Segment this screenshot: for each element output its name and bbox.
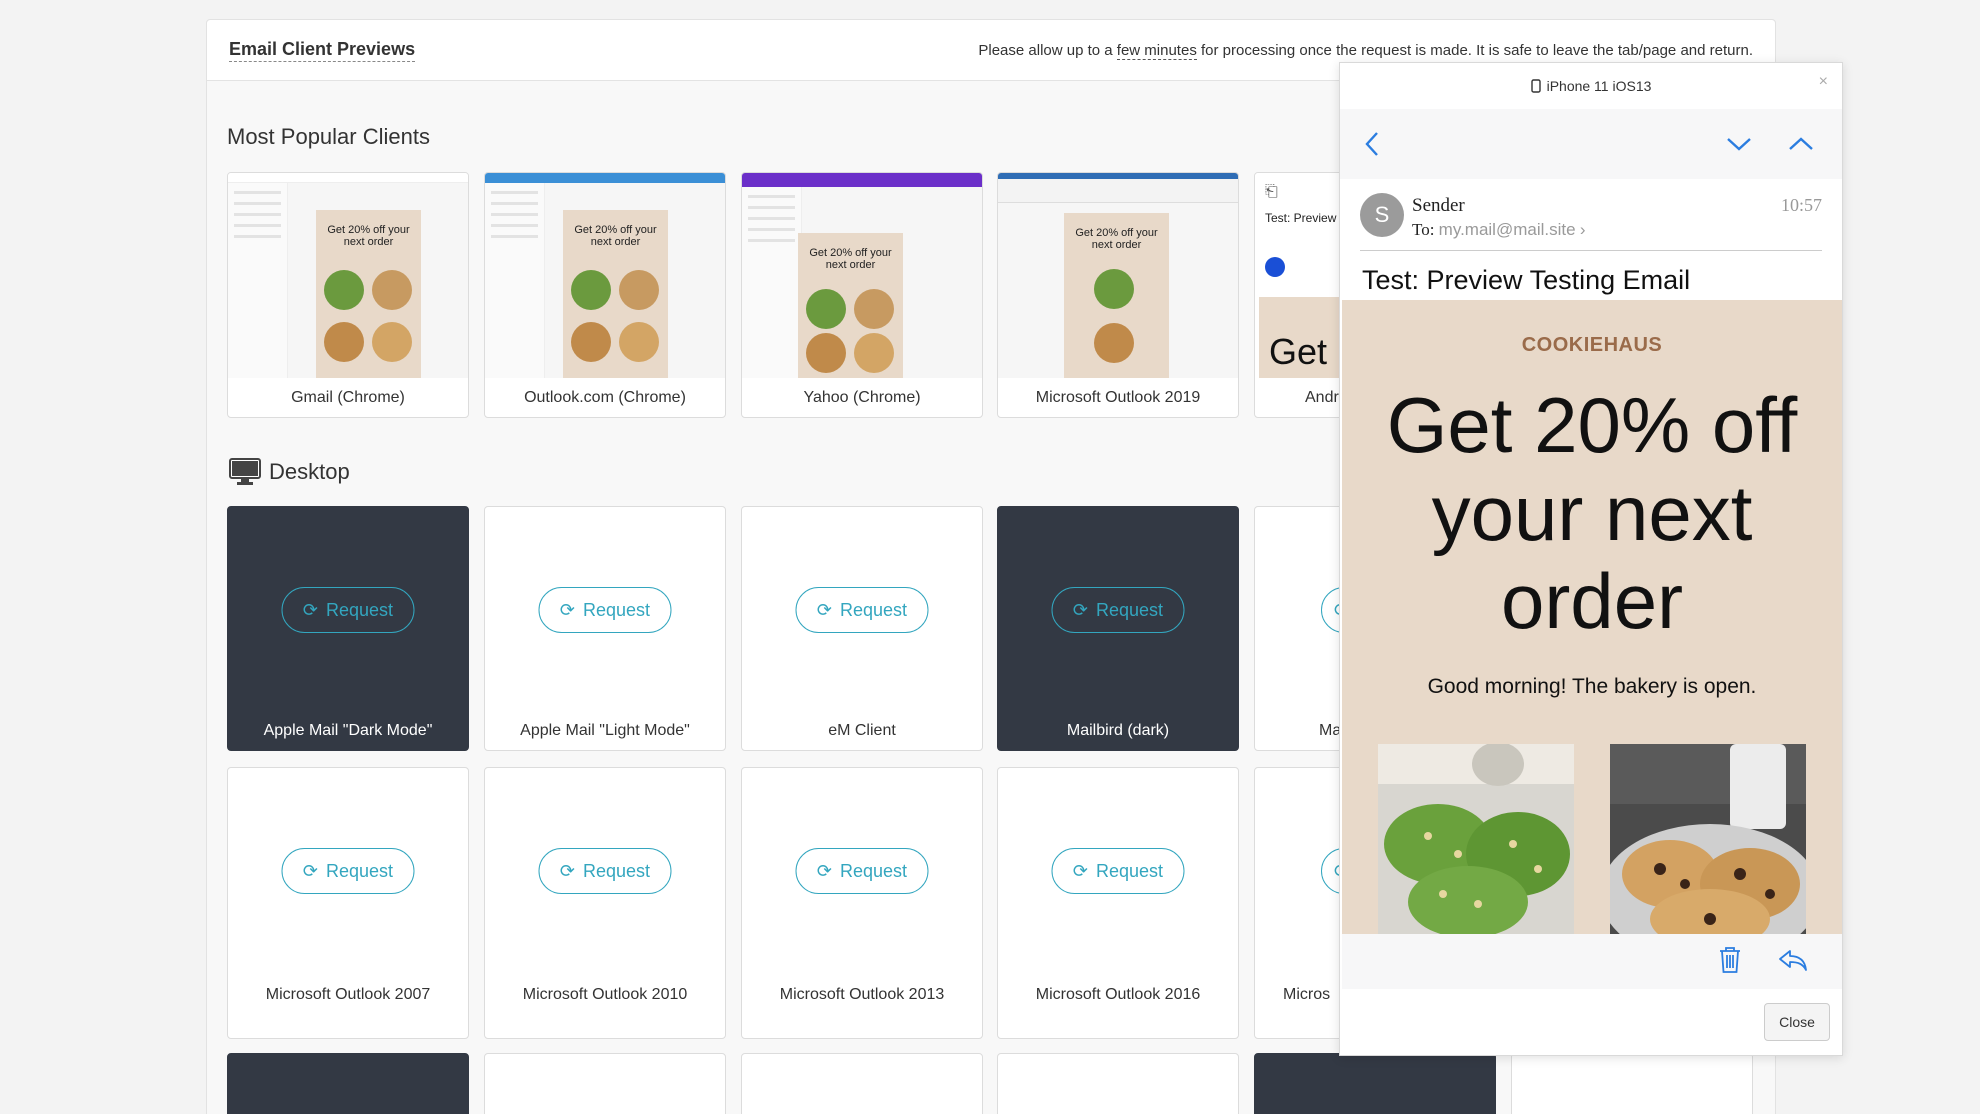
processing-note: Please allow up to a few minutes for pro… xyxy=(978,41,1753,60)
mail-nav-bar xyxy=(1340,109,1842,179)
email-greeting: Good morning! The bakery is open. xyxy=(1427,675,1757,698)
client-label: Microsoft Outlook 2016 xyxy=(1035,986,1201,1003)
client-card-row3-2 xyxy=(484,1053,726,1114)
avatar: S xyxy=(1360,193,1404,237)
note-text-1: Please allow up to a xyxy=(978,41,1117,59)
chocolate-chip-cookies-image xyxy=(1610,744,1806,934)
thumb-headline: Get 20% off your next order xyxy=(327,224,410,248)
client-label: Gmail (Chrome) xyxy=(291,389,405,406)
thumb-email: Get 20% off your next order xyxy=(316,210,421,378)
iphone-preview-modal: iPhone 11 iOS13 × S Sender To: my.mail@m… xyxy=(1339,62,1843,1056)
thumb-headline: Get 20% off your next order xyxy=(809,247,892,271)
thumb-subject: Test: Preview xyxy=(1265,211,1337,225)
request-button[interactable]: ⟳ Request xyxy=(1051,587,1185,633)
request-button[interactable]: ⟳ Request xyxy=(1051,848,1185,894)
client-card-apple-mail-light: ⟳ Request Apple Mail "Light Mode" xyxy=(484,506,726,751)
outlook-com-preview-thumbnail: Get 20% off your next order xyxy=(485,173,725,378)
client-card-mailbird-dark: ⟳ Request Mailbird (dark) xyxy=(997,506,1239,751)
client-label: Yahoo (Chrome) xyxy=(803,389,921,406)
phone-icon xyxy=(1530,79,1541,93)
chevron-left-icon[interactable] xyxy=(1364,131,1380,157)
email-body: COOKIEHAUS Get 20% off your next order G… xyxy=(1342,300,1842,934)
back-icon: ⎗ xyxy=(1265,183,1278,200)
client-card-yahoo[interactable]: Get 20% off your next order Yahoo (Chrom… xyxy=(741,172,983,418)
client-label: Microsoft Outlook 2013 xyxy=(779,986,945,1003)
refresh-icon: ⟳ xyxy=(302,599,319,620)
refresh-icon: ⟳ xyxy=(559,599,576,620)
sender-row: S Sender To: my.mail@mail.site › 10:57 xyxy=(1360,179,1822,251)
client-card-outlook-2010: ⟳ Request Microsoft Outlook 2010 xyxy=(484,767,726,1039)
thumb-headline: Get xyxy=(1269,331,1328,372)
client-label: eM Client xyxy=(828,722,896,739)
client-label: Outlook.com (Chrome) xyxy=(524,389,686,406)
email-headline: Get 20% off your next order xyxy=(1386,381,1798,645)
client-card-outlook-2013: ⟳ Request Microsoft Outlook 2013 xyxy=(741,767,983,1039)
client-label: Microsoft Outlook 2007 xyxy=(265,986,431,1003)
request-button[interactable]: ⟳ Request xyxy=(281,848,415,894)
chevron-right-icon: › xyxy=(1579,220,1586,239)
sender-name: Sender xyxy=(1412,195,1465,216)
chevron-down-icon[interactable] xyxy=(1726,136,1752,152)
client-label: Microsoft Outlook 2010 xyxy=(522,986,688,1003)
brand-name: COOKIEHAUS xyxy=(1521,334,1663,356)
thumb-email: Get 20% off your next order xyxy=(798,233,903,378)
most-popular-title: Most Popular Clients xyxy=(227,124,430,149)
request-button[interactable]: ⟳ Request xyxy=(281,587,415,633)
panel-title: Email Client Previews xyxy=(229,39,416,62)
refresh-icon: ⟳ xyxy=(1072,860,1089,881)
monitor-icon xyxy=(229,458,261,485)
close-button[interactable]: Close xyxy=(1764,1003,1830,1041)
client-card-em-client: ⟳ Request eM Client xyxy=(741,506,983,751)
email-subject: Test: Preview Testing Email xyxy=(1362,265,1691,295)
client-label: Microsoft Outlook 2019 xyxy=(1035,389,1201,406)
thumb-headline: Get 20% off your next order xyxy=(1075,227,1158,251)
reply-icon[interactable] xyxy=(1778,948,1808,972)
client-card-outlook-2007: ⟳ Request Microsoft Outlook 2007 xyxy=(227,767,469,1039)
request-button[interactable]: ⟳ Request xyxy=(795,848,929,894)
device-name: iPhone 11 iOS13 xyxy=(1546,78,1652,94)
thumb-email: Get 20% off your next order xyxy=(563,210,668,378)
desktop-title-text: Desktop xyxy=(269,459,350,484)
refresh-icon: ⟳ xyxy=(559,860,576,881)
recipient-line: To: my.mail@mail.site › xyxy=(1412,220,1586,239)
thumb-email: Get 20% off your next order xyxy=(1064,213,1169,378)
refresh-icon: ⟳ xyxy=(1072,599,1089,620)
client-card-apple-mail-dark: ⟳ Request Apple Mail "Dark Mode" xyxy=(227,506,469,751)
close-icon[interactable]: × xyxy=(1819,73,1828,91)
refresh-icon: ⟳ xyxy=(816,860,833,881)
yahoo-preview-thumbnail: Get 20% off your next order xyxy=(742,173,982,378)
client-card-row3-6 xyxy=(1511,1053,1753,1114)
client-card-row3-3 xyxy=(741,1053,983,1114)
client-label: Apple Mail "Light Mode" xyxy=(520,722,690,739)
thumb-headline: Get 20% off your next order xyxy=(574,224,657,248)
request-button[interactable]: ⟳ Request xyxy=(538,587,672,633)
client-card-outlook-com[interactable]: Get 20% off your next order Outlook.com … xyxy=(484,172,726,418)
matcha-cookies-image xyxy=(1378,744,1574,934)
client-card-outlook-2019[interactable]: Get 20% off your next order Microsoft Ou… xyxy=(997,172,1239,418)
client-card-gmail[interactable]: Get 20% off your next order Gmail (Chrom… xyxy=(227,172,469,418)
chevron-up-icon[interactable] xyxy=(1788,136,1814,152)
client-card-row3-4 xyxy=(997,1053,1239,1114)
desktop-section-title: Desktop xyxy=(229,458,350,486)
recipient-address[interactable]: my.mail@mail.site xyxy=(1439,220,1576,239)
mail-toolbar xyxy=(1342,934,1842,989)
client-label: Apple Mail "Dark Mode" xyxy=(263,722,433,739)
note-text-2: for processing once the request is made.… xyxy=(1196,41,1753,59)
client-card-row3-1 xyxy=(227,1053,469,1114)
request-button[interactable]: ⟳ Request xyxy=(538,848,672,894)
trash-icon[interactable] xyxy=(1718,946,1742,974)
request-button[interactable]: ⟳ Request xyxy=(795,587,929,633)
few-minutes-link[interactable]: few minutes xyxy=(1116,41,1197,60)
modal-device-header: iPhone 11 iOS13 × xyxy=(1340,63,1842,109)
refresh-icon: ⟳ xyxy=(816,599,833,620)
client-label: Mailbird (dark) xyxy=(1066,722,1170,739)
refresh-icon: ⟳ xyxy=(302,860,319,881)
client-card-row3-5 xyxy=(1254,1053,1496,1114)
outlook-2019-preview-thumbnail: Get 20% off your next order xyxy=(998,173,1238,378)
gmail-preview-thumbnail: Get 20% off your next order xyxy=(228,173,468,378)
client-card-outlook-2016: ⟳ Request Microsoft Outlook 2016 xyxy=(997,767,1239,1039)
email-time: 10:57 xyxy=(1780,195,1822,215)
